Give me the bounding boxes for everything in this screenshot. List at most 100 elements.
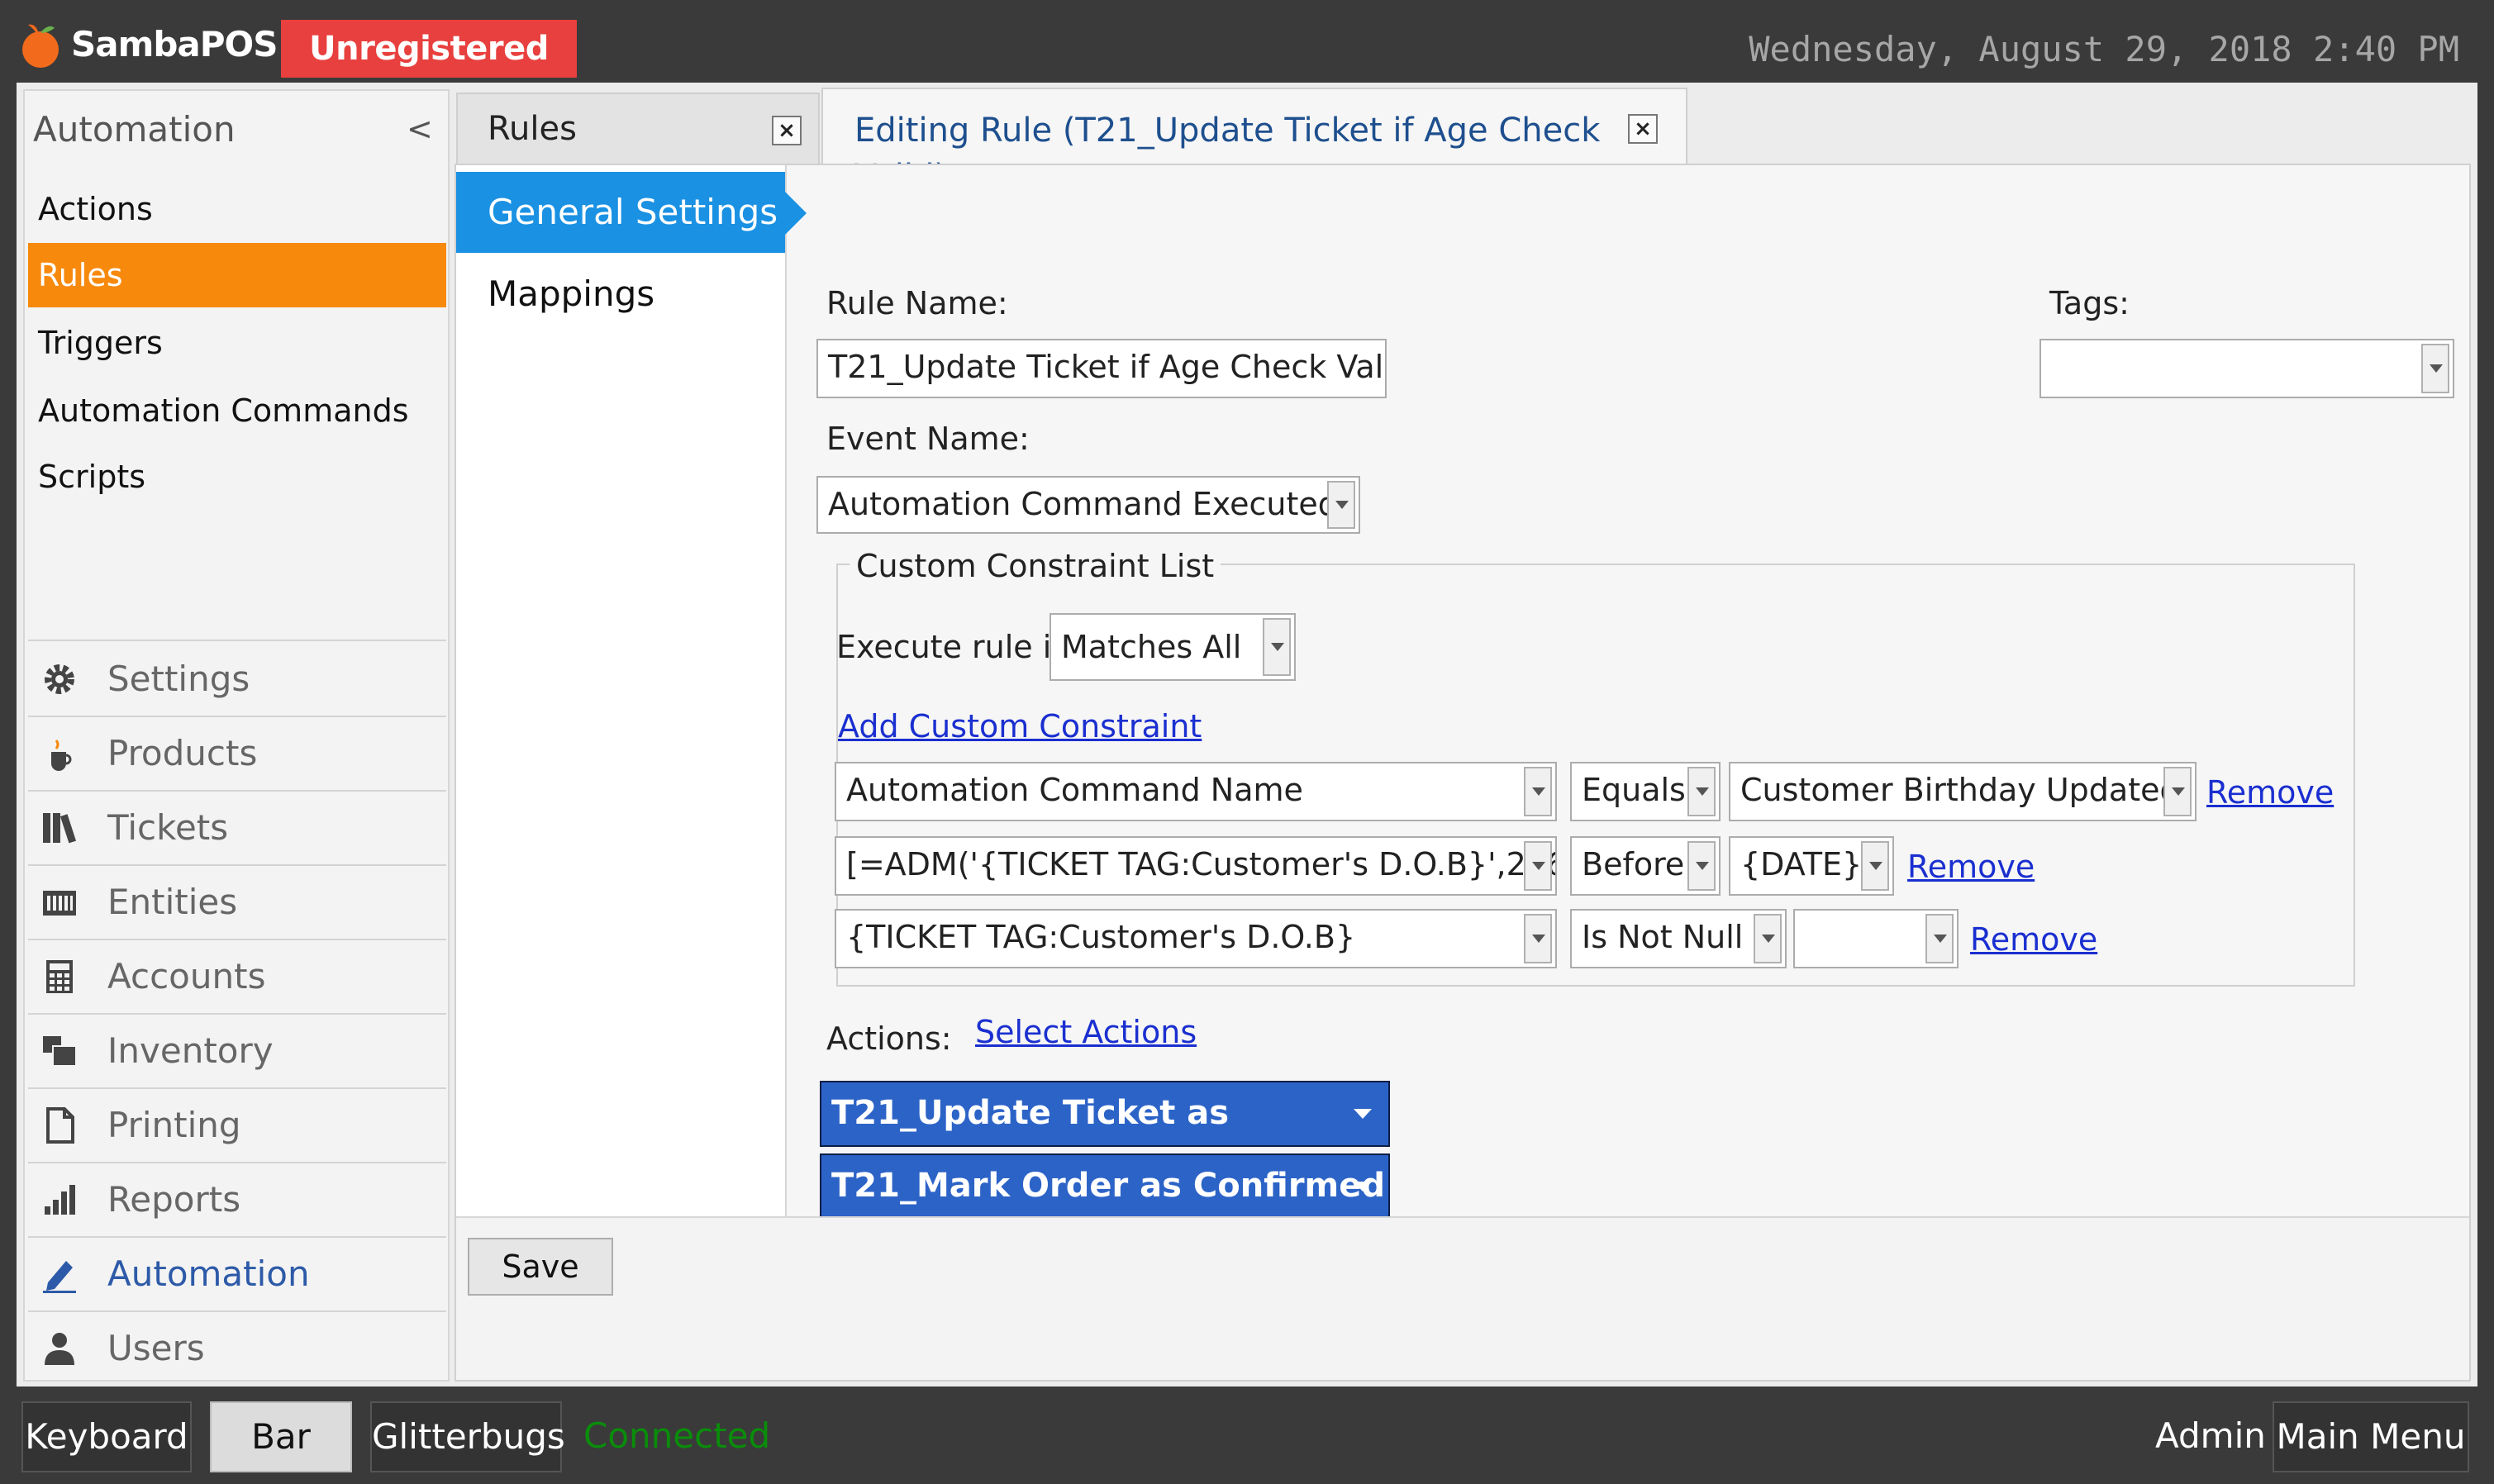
chevron-down-icon[interactable] [1754,914,1782,963]
module-products[interactable]: Products [28,717,446,790]
main-frame: Automation < Actions Rules Triggers Auto… [17,83,2477,1386]
app-name: SambaPOS [71,24,278,64]
chevron-down-icon[interactable] [1687,841,1716,891]
module-entities[interactable]: Entities [28,866,446,939]
match-mode-select[interactable]: Matches All [1049,613,1296,681]
module-label: Tickets [107,807,229,848]
select-actions-link[interactable]: Select Actions [975,1011,1197,1053]
module-label: Entities [107,882,238,922]
nav-item-automation-commands[interactable]: Automation Commands [28,378,446,443]
event-name-select[interactable]: Automation Command Executed [816,476,1360,534]
document-icon [46,1107,74,1144]
module-inventory[interactable]: Inventory [28,1015,446,1087]
tags-select[interactable] [2039,339,2454,398]
constraint-name-value: [=ADM('{TICKET TAG:Customer's D.O.B}',21… [846,846,1557,882]
actions-label: Actions: [826,1020,952,1057]
constraint-value-select[interactable]: Customer Birthday Updated [1729,762,2197,821]
chevron-down-icon[interactable] [1925,914,1954,963]
chevron-down-icon[interactable] [1263,618,1291,676]
nav-item-scripts[interactable]: Scripts [28,445,446,509]
chevron-down-icon[interactable] [1524,914,1552,963]
constraint-value: Customer Birthday Updated [1740,772,2180,808]
chevron-down-icon[interactable] [1524,767,1552,816]
gear-icon [45,664,74,694]
chevron-down-icon[interactable] [1327,481,1355,529]
rule-name-field[interactable]: T21_Update Ticket if Age Check Valid [816,339,1387,398]
match-mode-value: Matches All [1061,629,1242,665]
constraint-name-select[interactable]: {TICKET TAG:Customer's D.O.B} [835,909,1557,968]
close-icon[interactable]: × [1628,114,1658,144]
bar-chart-icon [45,1185,75,1215]
current-user: Admin [2155,1415,2266,1456]
module-settings[interactable]: Settings [28,643,446,716]
caret-down-icon[interactable] [1354,1182,1372,1191]
module-label: Accounts [107,956,266,996]
constraint-value: {DATE} [1740,846,1863,882]
module-label: Inventory [107,1030,274,1071]
constraint-operator-value: Equals [1582,772,1686,808]
rule-name-label: Rule Name: [826,285,1008,321]
glitterbugs-button[interactable]: Glitterbugs [370,1401,565,1472]
chevron-down-icon[interactable] [2163,767,2192,816]
add-custom-constraint-link[interactable]: Add Custom Constraint [838,706,1202,747]
module-label: Printing [107,1105,241,1145]
nav-item-rules[interactable]: Rules [28,243,446,307]
event-name-value: Automation Command Executed [828,486,1338,522]
settings-subnav: General Settings Mappings [456,165,787,1216]
action-label: T21_Mark Order as Confirmed [831,1167,1385,1205]
chevron-down-icon[interactable] [2421,344,2449,393]
calculator-icon [46,960,73,993]
constraint-operator-select[interactable]: Before [1570,836,1721,896]
trial-badge: Unregistered Trial [281,20,577,126]
constraint-name-select[interactable]: Automation Command Name [835,762,1557,821]
books-icon [43,813,77,844]
chevron-down-icon[interactable] [1687,767,1716,816]
nav-item-triggers[interactable]: Triggers [28,311,446,375]
constraint-operator-select[interactable]: Is Not Null [1570,909,1787,968]
bar-button[interactable]: Bar [210,1401,352,1472]
status-bar: Keyboard Bar Glitterbugs Connected Admin… [0,1390,2494,1484]
selection-arrow [785,192,807,235]
nav-title: Automation [33,109,236,150]
title-bar: SambaPOS Unregistered Trial Wednesday, A… [0,0,2494,126]
chevron-down-icon[interactable] [1861,841,1889,891]
subnav-general-settings[interactable]: General Settings [456,172,785,253]
constraint-operator-select[interactable]: Equals [1570,762,1721,821]
pencil-icon [43,1261,76,1293]
remove-constraint-link[interactable]: Remove [1970,919,2097,960]
nav-item-actions[interactable]: Actions [28,177,446,241]
divider [28,640,446,641]
constraint-name-select[interactable]: [=ADM('{TICKET TAG:Customer's D.O.B}',21… [835,836,1557,896]
module-label: Products [107,733,258,773]
entities-icon [43,891,76,916]
module-label: Users [107,1328,205,1368]
action-item[interactable]: T21_Update Ticket as Confirmed [820,1081,1390,1193]
subnav-mappings[interactable]: Mappings [488,263,654,326]
tab-editing-rule[interactable]: Editing Rule (T21_Update Ticket if Age C… [821,88,1687,196]
left-nav: Automation < Actions Rules Triggers Auto… [23,89,450,1382]
module-tickets[interactable]: Tickets [28,792,446,864]
constraint-name-value: {TICKET TAG:Customer's D.O.B} [846,919,1356,955]
save-bar: Save [456,1216,2469,1380]
remove-constraint-link[interactable]: Remove [2206,772,2334,813]
collapse-chevron-icon[interactable]: < [407,111,433,147]
module-reports[interactable]: Reports [28,1163,446,1236]
module-users[interactable]: Users [28,1312,446,1385]
constraint-value-select[interactable]: {DATE} [1729,836,1894,896]
module-automation[interactable]: Automation [28,1238,446,1310]
save-button[interactable]: Save [468,1238,613,1296]
module-label: Settings [107,659,250,699]
keyboard-button[interactable]: Keyboard [21,1401,192,1472]
module-printing[interactable]: Printing [28,1089,446,1162]
module-accounts[interactable]: Accounts [28,940,446,1013]
close-icon[interactable]: × [772,116,802,145]
tab-rules[interactable]: Rules × [456,93,820,164]
action-item[interactable]: T21_Mark Order as Confirmed [820,1153,1390,1220]
chevron-down-icon[interactable] [1524,841,1552,891]
remove-constraint-link[interactable]: Remove [1907,846,2035,887]
constraint-value-select[interactable] [1793,909,1959,968]
main-menu-button[interactable]: Main Menu [2273,1401,2469,1472]
caret-down-icon[interactable] [1354,1109,1372,1119]
constraint-name-value: Automation Command Name [846,772,1303,808]
inventory-icon [43,1036,77,1067]
